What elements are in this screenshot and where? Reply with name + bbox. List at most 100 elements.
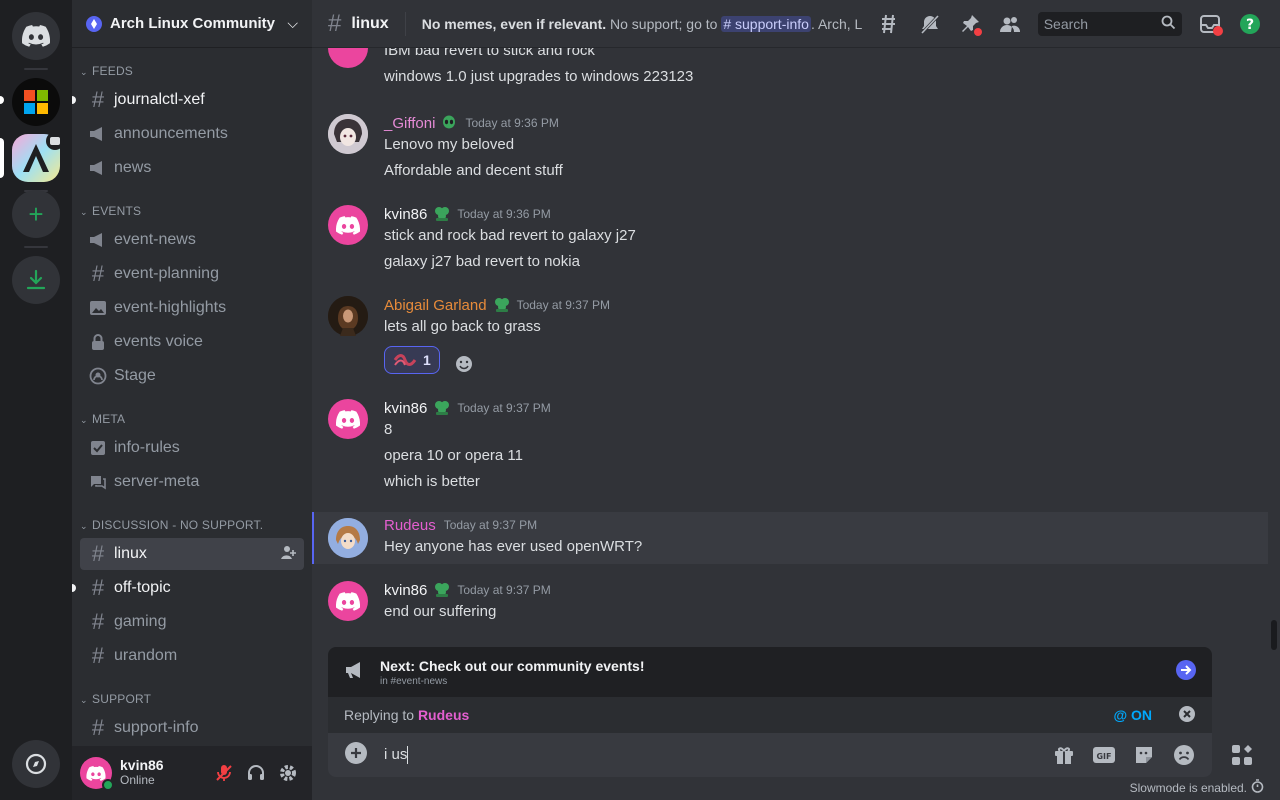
timestamp[interactable]: Today at 9:36 PM	[465, 116, 558, 130]
avatar[interactable]	[328, 48, 368, 68]
arrow-right-icon[interactable]	[1176, 660, 1196, 684]
member-list-icon[interactable]	[998, 12, 1022, 36]
microsoft-server-icon[interactable]	[12, 78, 60, 126]
mention-toggle[interactable]: @ ON	[1113, 707, 1152, 723]
emoji-icon[interactable]	[1172, 743, 1196, 767]
scrollbar-thumb[interactable]	[1271, 620, 1277, 650]
search-icon	[1161, 15, 1176, 33]
discord-logo-icon	[336, 409, 360, 429]
arch-server-icon[interactable]	[12, 132, 64, 182]
avatar[interactable]	[328, 518, 368, 558]
timestamp[interactable]: Today at 9:37 PM	[517, 298, 610, 312]
clover-badge-icon	[433, 206, 450, 222]
forum-icon	[88, 472, 108, 492]
timestamp[interactable]: Today at 9:37 PM	[444, 518, 537, 532]
compass-icon	[25, 753, 47, 775]
channel-announcements[interactable]: announcements	[80, 118, 304, 150]
channel-stage[interactable]: Stage	[80, 360, 304, 392]
avatar[interactable]	[328, 399, 368, 439]
channel-support-info[interactable]: # support-info	[80, 712, 304, 744]
hash-icon: #	[91, 261, 105, 286]
username: kvin86	[120, 757, 164, 773]
message-composer: i us GIF	[328, 733, 1212, 777]
author-name[interactable]: Rudeus	[384, 517, 436, 534]
message[interactable]: Abigail Garland Today at 9:37 PM lets al…	[312, 294, 1268, 374]
channel-topic[interactable]: No memes, even if relevant. No support; …	[422, 15, 862, 32]
inbox-icon[interactable]	[1198, 12, 1223, 36]
timer-icon	[1251, 779, 1264, 796]
channel-events-voice[interactable]: events voice	[80, 326, 304, 358]
timestamp[interactable]: Today at 9:37 PM	[457, 583, 550, 597]
channel-event-planning[interactable]: # event-planning	[80, 258, 304, 290]
next-channel-banner[interactable]: Next: Check out our community events! in…	[328, 647, 1212, 697]
channel-urandom[interactable]: # urandom	[80, 640, 304, 672]
author-name[interactable]: kvin86	[384, 206, 427, 223]
add-reaction-icon[interactable]	[454, 354, 474, 374]
headphones-icon[interactable]	[240, 763, 272, 783]
channel-event-highlights[interactable]: event-highlights	[80, 292, 304, 324]
author-name[interactable]: kvin86	[384, 400, 427, 417]
message[interactable]: kvin86 Today at 9:37 PM 8 opera 10 or op…	[312, 397, 1268, 497]
megaphone-icon	[344, 661, 366, 683]
avatar[interactable]	[328, 581, 368, 621]
message-highlighted[interactable]: Rudeus Today at 9:37 PM Hey anyone has e…	[312, 512, 1268, 564]
megaphone-icon	[88, 124, 108, 144]
upload-plus-icon[interactable]	[344, 741, 368, 769]
server-header[interactable]: Arch Linux Community ⌵	[72, 0, 312, 48]
sticker-icon[interactable]	[1132, 743, 1156, 767]
channel-journalctl-xef[interactable]: # journalctl-xef	[72, 84, 304, 116]
avatar[interactable]	[328, 114, 368, 154]
author-name[interactable]: _Giffoni	[384, 115, 435, 132]
gif-icon[interactable]: GIF	[1092, 743, 1116, 767]
message[interactable]: _Giffoni Today at 9:36 PM Lenovo my belo…	[312, 112, 1268, 186]
download-apps-button[interactable]	[12, 256, 60, 304]
author-name[interactable]: kvin86	[384, 582, 427, 599]
discord-logo-icon	[86, 765, 106, 781]
search-input[interactable]: Search	[1037, 11, 1182, 36]
avatar[interactable]	[80, 757, 114, 791]
channel-linux[interactable]: # linux	[80, 538, 304, 570]
avatar[interactable]	[328, 205, 368, 245]
pin-icon[interactable]	[958, 12, 982, 36]
reaction-chip[interactable]: 1	[384, 346, 440, 374]
channel-event-news[interactable]: event-news	[80, 224, 304, 256]
notifications-muted-icon[interactable]	[918, 12, 942, 36]
hash-icon: #	[91, 575, 105, 600]
channel-off-topic[interactable]: # off-topic	[72, 572, 304, 604]
gear-icon[interactable]	[272, 763, 304, 783]
category-discussion[interactable]: ⌄ DISCUSSION - NO SUPPORT.	[80, 510, 304, 536]
discover-button[interactable]	[12, 740, 60, 788]
help-icon[interactable]: ?	[1238, 12, 1262, 36]
hash-icon: #	[91, 643, 105, 668]
channel-news[interactable]: news	[80, 152, 304, 184]
timestamp[interactable]: Today at 9:37 PM	[457, 401, 550, 415]
category-meta[interactable]: ⌄ META	[80, 404, 304, 430]
close-icon[interactable]	[1178, 705, 1196, 726]
category-support[interactable]: ⌄ SUPPORT	[80, 684, 304, 710]
app-launcher-icon[interactable]	[1228, 741, 1256, 769]
user-panel: kvin86 Online	[72, 746, 312, 800]
category-feeds[interactable]: ⌄ FEEDS	[80, 56, 304, 82]
timestamp[interactable]: Today at 9:36 PM	[457, 207, 550, 221]
discord-logo-icon	[336, 215, 360, 235]
author-name[interactable]: Abigail Garland	[384, 297, 487, 314]
category-events[interactable]: ⌄ EVENTS	[80, 196, 304, 222]
avatar[interactable]	[328, 296, 368, 336]
channel-info-rules[interactable]: info-rules	[80, 432, 304, 464]
channel-mention-support-info[interactable]: # support-info	[721, 15, 811, 32]
channel-server-meta[interactable]: server-meta	[80, 466, 304, 498]
message[interactable]: IBM bad revert to stick and rock windows…	[312, 48, 1268, 92]
download-icon	[26, 269, 46, 290]
message[interactable]: kvin86 Today at 9:37 PM end our sufferin…	[312, 579, 1268, 627]
channel-list: ⌄ FEEDS # journalctl-xef announcements new…	[72, 48, 312, 746]
mute-mic-icon[interactable]	[208, 763, 240, 783]
threads-icon[interactable]	[878, 12, 902, 36]
discord-home-button[interactable]	[12, 12, 60, 60]
gift-icon[interactable]	[1052, 743, 1076, 767]
add-server-button[interactable]: +	[12, 190, 60, 238]
megaphone-icon	[88, 230, 108, 250]
add-member-icon[interactable]	[280, 544, 296, 565]
message[interactable]: kvin86 Today at 9:36 PM stick and rock b…	[312, 203, 1268, 277]
message-input[interactable]: i us	[384, 746, 1036, 765]
channel-gaming[interactable]: # gaming	[80, 606, 304, 638]
